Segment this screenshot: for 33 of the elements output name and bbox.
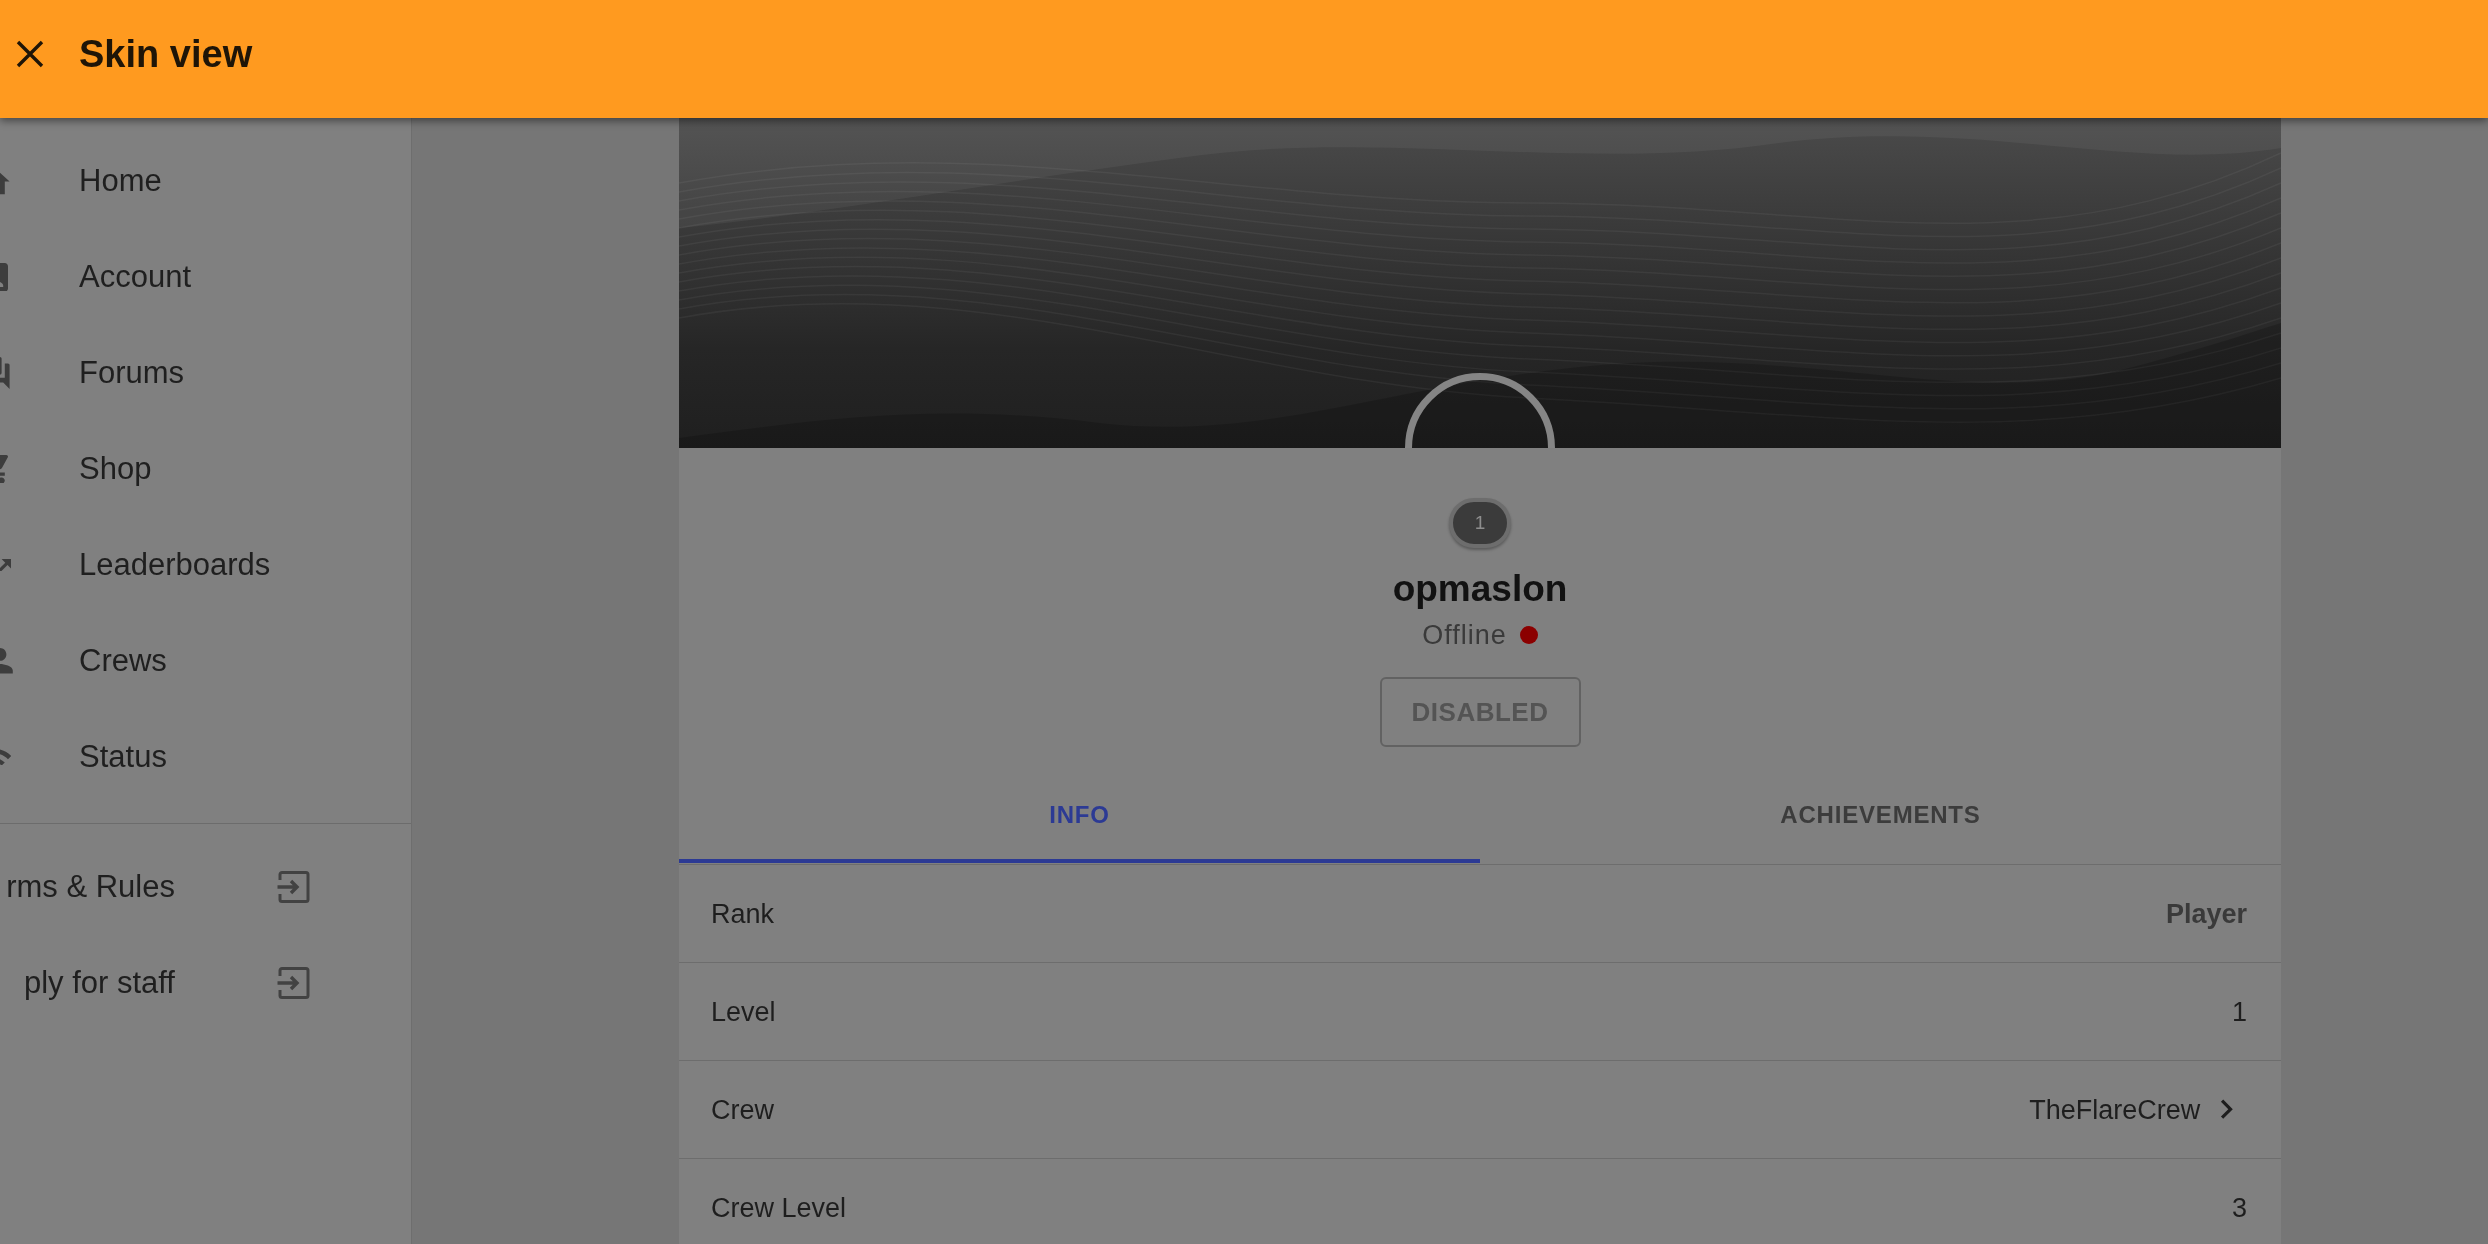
nav-item[interactable]: Home — [0, 133, 411, 229]
forum-icon — [0, 357, 10, 389]
level-badge: 1 — [1449, 498, 1511, 548]
nav-link[interactable]: rms & Rules — [0, 839, 411, 935]
close-icon — [16, 40, 44, 68]
nav-item[interactable]: Crews — [0, 613, 411, 709]
nav-item[interactable]: Forums — [0, 325, 411, 421]
person-icon — [0, 648, 13, 674]
trend-arrow-icon — [0, 558, 12, 572]
account-box-icon — [0, 262, 8, 292]
status-text: Offline — [1422, 619, 1507, 651]
arrow-into-box-icon — [276, 869, 312, 905]
nav-item[interactable]: Shop — [0, 421, 411, 517]
info-value: Player — [2165, 897, 2247, 930]
tab[interactable]: ACHIEVEMENTS — [1480, 767, 2281, 863]
tab[interactable]: INFO — [679, 767, 1480, 863]
info-value: 3 — [2231, 1191, 2247, 1224]
chevron-right-icon — [2220, 1098, 2233, 1121]
app-bar-title: Skin view — [79, 32, 253, 77]
info-label: Crew — [711, 1093, 774, 1126]
arrow-into-box-icon — [276, 965, 312, 1001]
cart-icon — [0, 454, 9, 484]
username: opmaslon — [1392, 567, 1568, 611]
crew-link[interactable]: TheFlareCrew — [2029, 1093, 2233, 1126]
nav-item[interactable]: Leaderboards — [0, 517, 411, 613]
nav-item[interactable]: Status — [0, 709, 411, 805]
info-label: Rank — [711, 897, 775, 930]
nav-item[interactable]: Account — [0, 229, 411, 325]
info-value: 1 — [2231, 995, 2247, 1028]
info-label: Crew Level — [711, 1191, 847, 1224]
info-label: Level — [711, 995, 776, 1028]
wifi-icon — [0, 748, 12, 766]
nav-link[interactable]: ply for staff — [0, 935, 411, 1031]
